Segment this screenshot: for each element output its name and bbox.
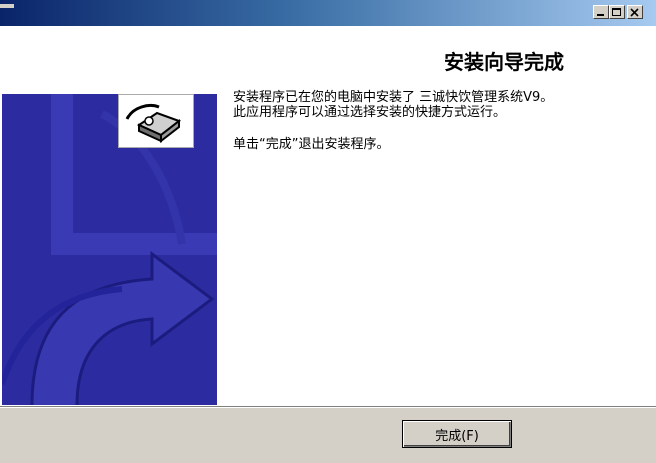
title-bar[interactable] <box>0 0 656 26</box>
minimize-button[interactable] <box>593 5 609 19</box>
header-area <box>0 32 430 76</box>
minimize-icon <box>597 14 604 16</box>
wizard-content: 安装向导完成 安装程序已在您的电脑中安装了 三诚快饮管理系统V9。 此应用程序可… <box>0 26 656 406</box>
installer-icon <box>125 104 182 144</box>
installer-logo <box>118 94 194 148</box>
close-icon <box>630 8 639 17</box>
maximize-icon <box>612 8 621 16</box>
close-button[interactable] <box>627 5 643 19</box>
message-line-2: 此应用程序可以通过选择安装的快捷方式运行。 <box>233 105 507 120</box>
page-title: 安装向导完成 <box>444 50 564 74</box>
message-line-3: 单击“完成”退出安装程序。 <box>233 137 390 152</box>
title-bar-artifact <box>0 4 14 8</box>
completion-message: 安装程序已在您的电脑中安装了 三诚快饮管理系统V9。 此应用程序可以通过选择安装… <box>233 90 648 152</box>
message-line-1: 安装程序已在您的电脑中安装了 三诚快饮管理系统V9。 <box>233 90 554 105</box>
footer-divider-highlight <box>0 407 656 408</box>
finish-button-label: 完成(F) <box>435 428 479 444</box>
maximize-button[interactable] <box>609 5 625 19</box>
finish-button[interactable]: 完成(F) <box>402 420 512 448</box>
